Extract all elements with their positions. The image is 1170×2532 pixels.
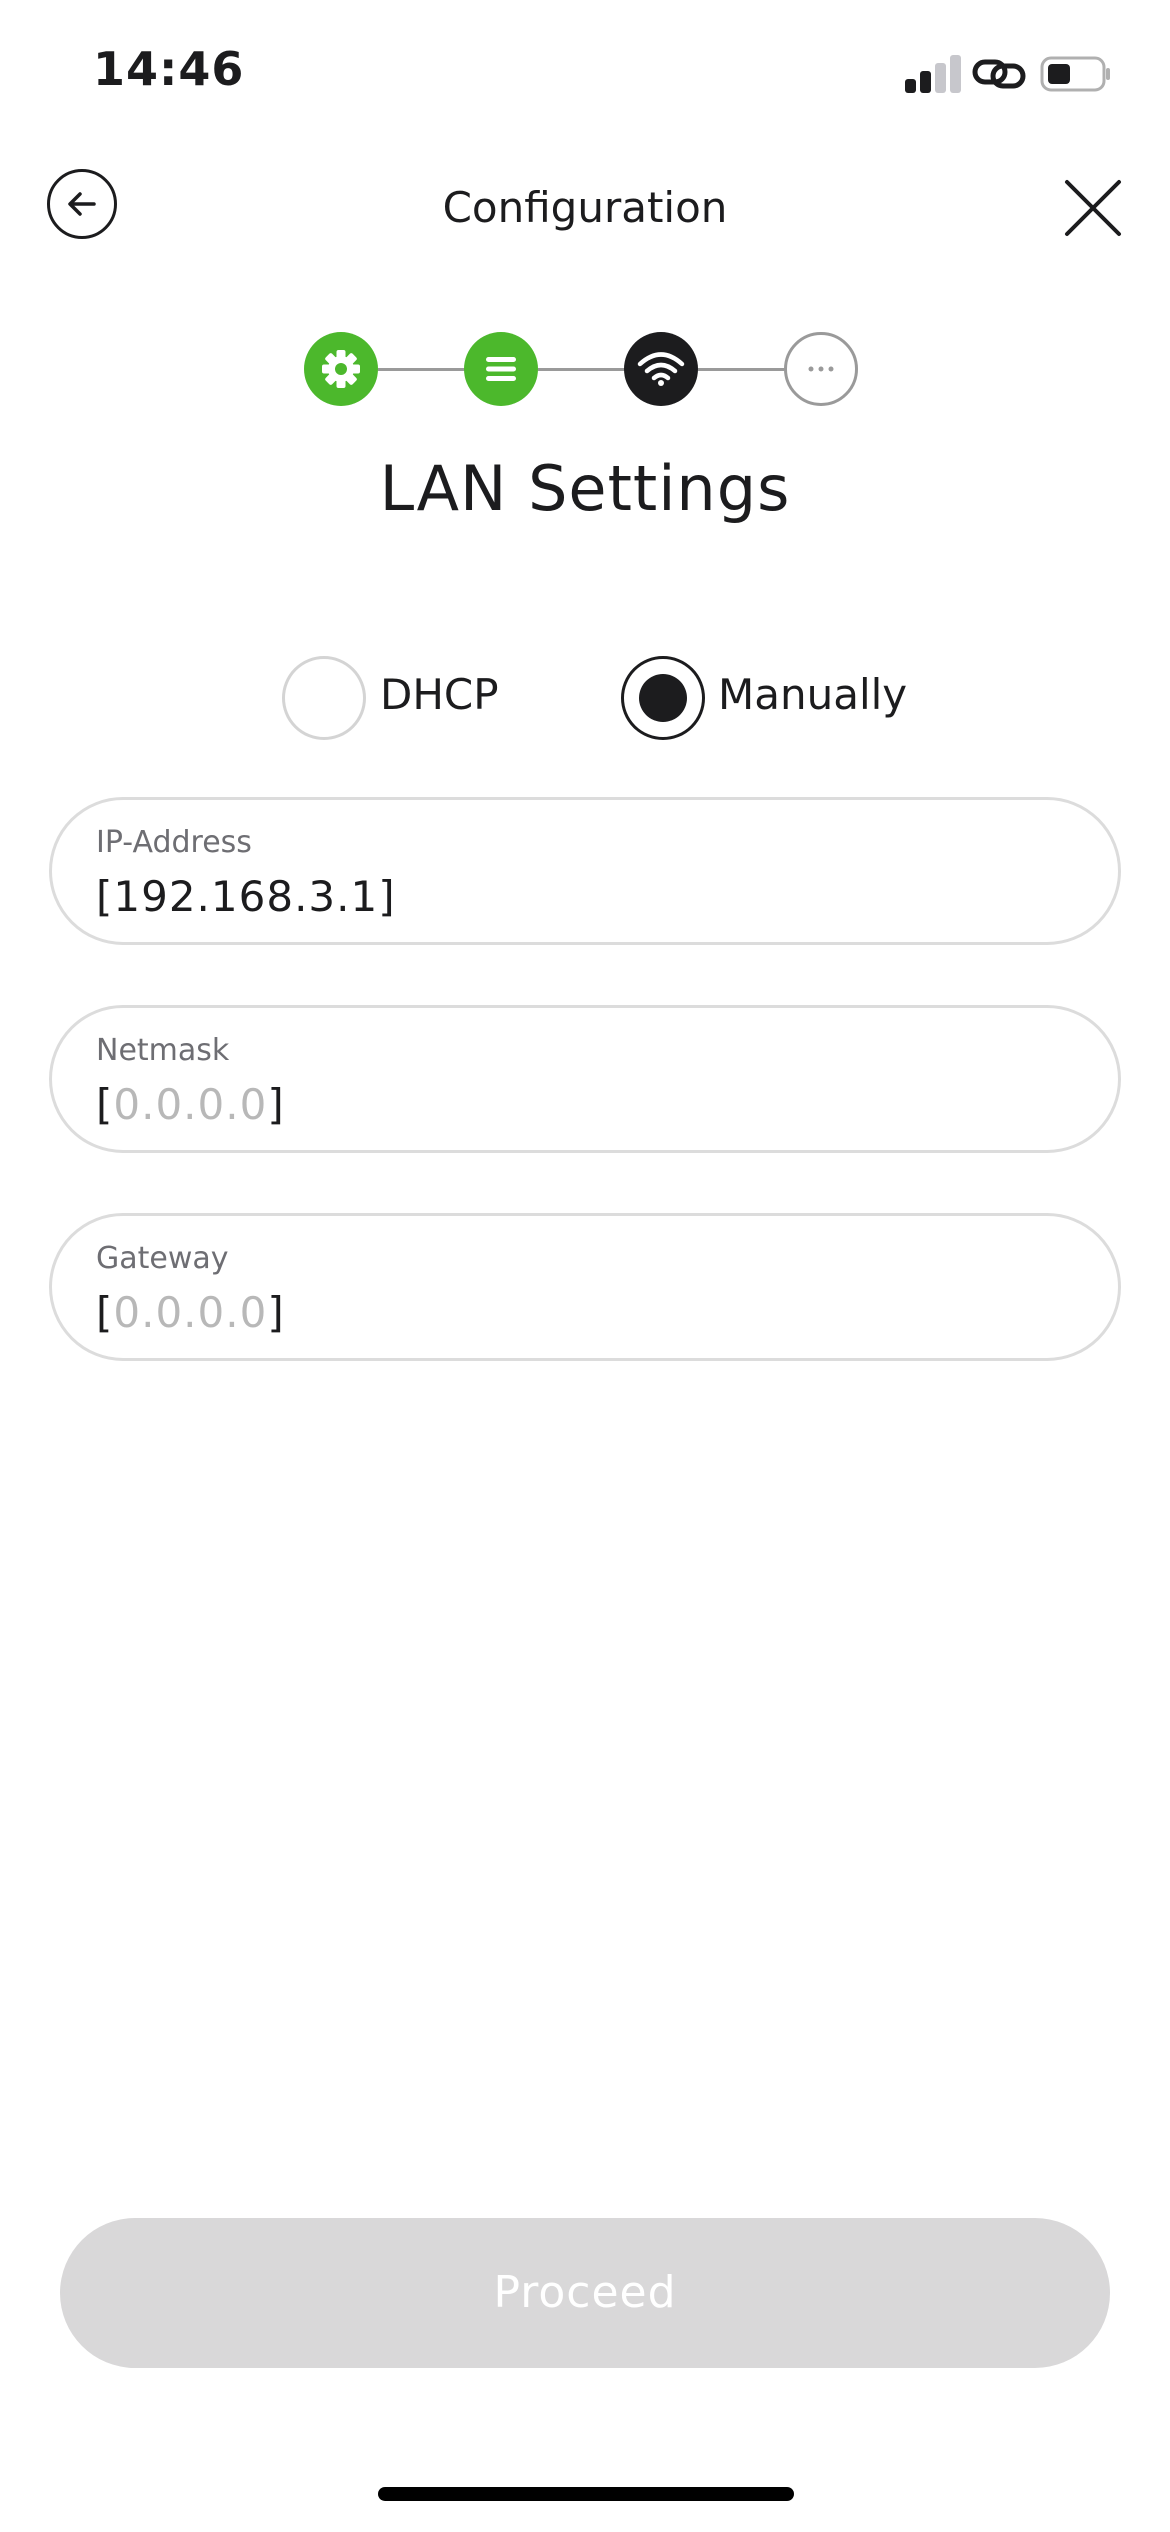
step-more <box>784 332 858 406</box>
battery-icon <box>1040 56 1110 92</box>
step-list <box>464 332 538 406</box>
stepper-connector <box>698 368 790 371</box>
gateway-label: Gateway <box>96 1241 229 1276</box>
more-icon <box>808 366 834 372</box>
step-wifi <box>624 332 698 406</box>
netmask-field[interactable]: Netmask [0.0.0.0] <box>49 1005 1121 1153</box>
step-general-settings <box>304 332 378 406</box>
close-icon[interactable] <box>1063 178 1123 238</box>
gateway-input[interactable]: [0.0.0.0] <box>96 1288 285 1337</box>
status-time: 14:46 <box>93 42 245 96</box>
stepper-connector <box>378 368 470 371</box>
ip-address-value: 192.168.3.1 <box>113 872 379 921</box>
cellular-signal-icon <box>905 55 962 93</box>
page-title: Configuration <box>442 183 728 232</box>
proceed-button[interactable]: Proceed <box>60 2218 1110 2368</box>
ip-address-field[interactable]: IP-Address [192.168.3.1] <box>49 797 1121 945</box>
gateway-placeholder: 0.0.0.0 <box>113 1288 268 1337</box>
list-icon <box>486 357 516 381</box>
section-heading: LAN Settings <box>379 452 791 525</box>
netmask-input[interactable]: [0.0.0.0] <box>96 1080 285 1129</box>
radio-dhcp-label[interactable]: DHCP <box>380 670 499 719</box>
radio-manually[interactable] <box>621 656 705 740</box>
gateway-field[interactable]: Gateway [0.0.0.0] <box>49 1213 1121 1361</box>
wifi-icon <box>637 352 685 386</box>
netmask-placeholder: 0.0.0.0 <box>113 1080 268 1129</box>
personal-hotspot-icon <box>972 59 1026 89</box>
gear-icon <box>322 350 360 388</box>
home-indicator[interactable] <box>378 2487 794 2501</box>
ip-address-input[interactable]: [192.168.3.1] <box>96 872 396 921</box>
stepper-connector <box>538 368 630 371</box>
radio-manually-label[interactable]: Manually <box>718 670 907 719</box>
ip-address-label: IP-Address <box>96 825 252 860</box>
netmask-label: Netmask <box>96 1033 230 1068</box>
radio-dhcp[interactable] <box>282 656 366 740</box>
